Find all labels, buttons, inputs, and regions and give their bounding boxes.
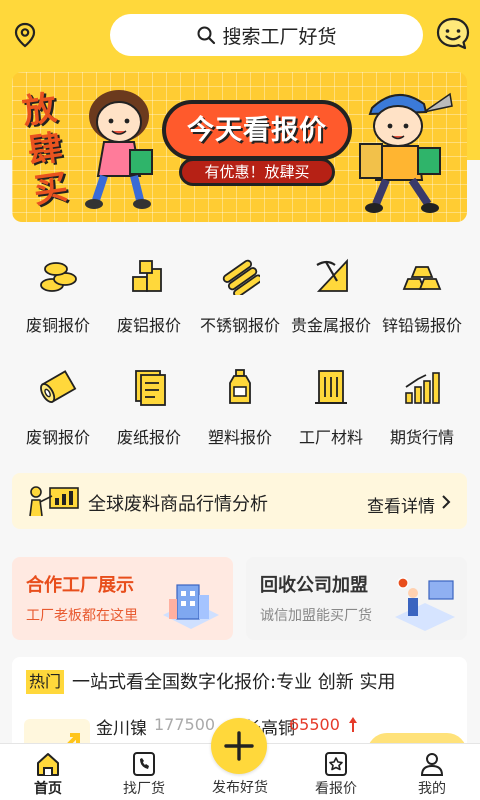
tab-find-goods[interactable]: 找厂货 bbox=[96, 744, 192, 800]
tab-profile[interactable]: 我的 bbox=[384, 744, 480, 800]
factory-building-icon bbox=[315, 370, 347, 404]
tab-quotes[interactable]: 看报价 bbox=[288, 744, 384, 800]
category-label: 废钢报价 bbox=[25, 428, 90, 447]
category-label: 塑料报价 bbox=[207, 428, 272, 447]
partner-factory-subtitle: 工厂老板都在这里 bbox=[26, 608, 138, 624]
banner-title: 今天看报价 bbox=[187, 115, 327, 146]
publish-goods-button[interactable] bbox=[211, 718, 267, 774]
market-analysis-bar[interactable]: 全球废料商品行情分析 查看详情 bbox=[12, 473, 467, 529]
category-plastic[interactable]: 塑料报价 bbox=[192, 362, 288, 462]
category-scrap-steel[interactable]: 废钢报价 bbox=[10, 362, 106, 462]
plastic-bottle-icon bbox=[229, 369, 251, 404]
boy-shopper-illustration bbox=[359, 92, 453, 213]
news-headline[interactable]: 一站式看全国数字化报价:专业 创新 实用 bbox=[72, 668, 396, 694]
tab-label: 我的 bbox=[418, 781, 446, 797]
search-placeholder: 搜索工厂好货 bbox=[222, 25, 337, 48]
tab-label: 找厂货 bbox=[123, 781, 165, 797]
factory-building-illustration bbox=[163, 584, 219, 629]
category-label: 贵金属报价 bbox=[290, 316, 371, 335]
home-icon bbox=[37, 753, 59, 776]
banner-title-group: 今天看报价 有优惠！放肆买 bbox=[162, 100, 352, 200]
steel-coil-icon bbox=[40, 370, 77, 403]
aluminum-blocks-icon bbox=[132, 260, 162, 292]
paper-doc-icon bbox=[135, 370, 166, 406]
promo-banner[interactable]: 放肆买 今天看报价 有优惠！放肆买 bbox=[12, 72, 467, 222]
recycling-join-subtitle: 诚信加盟能买厂货 bbox=[260, 608, 372, 624]
category-aluminum[interactable]: 废铝报价 bbox=[101, 250, 197, 350]
steel-rolls-icon bbox=[222, 259, 260, 295]
category-label: 工厂材料 bbox=[298, 428, 363, 447]
user-icon bbox=[420, 753, 444, 776]
ingot-bars-icon bbox=[402, 266, 442, 290]
price-item-value: 65500 bbox=[289, 715, 340, 734]
category-label: 废铝报价 bbox=[116, 316, 181, 335]
analysis-title: 全球废料商品行情分析 bbox=[88, 494, 268, 515]
message-smile-icon[interactable] bbox=[434, 15, 472, 53]
banner-subtitle: 有优惠！放肆买 bbox=[179, 158, 335, 186]
girl-shopper-illustration bbox=[85, 90, 153, 209]
category-label: 废铜报价 bbox=[25, 316, 90, 335]
phone-book-icon bbox=[133, 752, 155, 776]
plus-icon bbox=[224, 731, 254, 761]
business-people-illustration bbox=[395, 577, 455, 631]
recycling-join-card[interactable]: 回收公司加盟 诚信加盟能买厂货 bbox=[246, 557, 467, 640]
bar-chart-icon bbox=[405, 372, 440, 404]
category-label: 废纸报价 bbox=[116, 428, 181, 447]
category-futures[interactable]: 期货行情 bbox=[374, 362, 470, 462]
analysis-more-link[interactable]: 查看详情 bbox=[367, 492, 435, 517]
hot-tag: 热门 bbox=[26, 670, 65, 694]
header: 搜索工厂好货 bbox=[0, 0, 480, 70]
category-copper[interactable]: 废铜报价 bbox=[10, 250, 106, 350]
tab-label: 看报价 bbox=[315, 781, 357, 797]
category-precious-metal[interactable]: 贵金属报价 bbox=[283, 250, 379, 350]
presentation-chart-icon bbox=[29, 486, 79, 517]
search-icon bbox=[197, 26, 216, 45]
category-zinc-lead-tin[interactable]: 锌铅锡报价 bbox=[374, 250, 470, 350]
search-bar[interactable]: 搜索工厂好货 bbox=[110, 14, 423, 56]
star-quote-icon bbox=[325, 752, 347, 776]
partner-factory-title: 合作工厂展示 bbox=[26, 575, 134, 596]
category-label: 锌铅锡报价 bbox=[381, 316, 462, 335]
partner-factory-card[interactable]: 合作工厂展示 工厂老板都在这里 bbox=[12, 557, 233, 640]
recycling-join-title: 回收公司加盟 bbox=[260, 575, 368, 596]
price-item-value: 177500 bbox=[154, 715, 216, 734]
category-paper[interactable]: 废纸报价 bbox=[101, 362, 197, 462]
category-label: 不锈钢报价 bbox=[199, 316, 280, 335]
publish-goods-label: 发布好货 bbox=[212, 780, 268, 796]
price-item-name: 金川镍 bbox=[96, 719, 147, 739]
arrow-up-icon bbox=[349, 717, 357, 732]
category-stainless-steel[interactable]: 不锈钢报价 bbox=[192, 250, 288, 350]
tab-home[interactable]: 首页 bbox=[0, 744, 96, 800]
category-label: 期货行情 bbox=[389, 428, 454, 447]
chevron-right-icon bbox=[442, 495, 451, 509]
category-factory-materials[interactable]: 工厂材料 bbox=[283, 362, 379, 462]
copper-coins-icon bbox=[40, 262, 77, 292]
location-pin-icon[interactable] bbox=[12, 22, 38, 48]
app-screen: 搜索工厂好货 放肆买 今天看报价 有优惠！放肆买 废铜报价 废铝报价 不锈钢报价… bbox=[0, 0, 480, 800]
mining-pick-icon bbox=[316, 258, 348, 292]
tab-label: 首页 bbox=[34, 781, 62, 797]
